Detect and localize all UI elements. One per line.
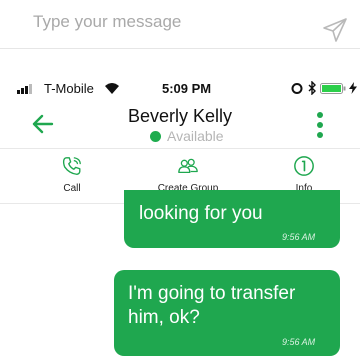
message-composer[interactable]: Type your message — [0, 0, 360, 49]
message-bubble[interactable]: looking for you 9:56 AM — [124, 190, 340, 248]
presence-status: Available — [150, 128, 224, 144]
battery-icon — [320, 83, 346, 94]
chat-header: Beverly Kelly Available — [0, 100, 360, 148]
presence-label: Available — [167, 128, 224, 144]
contact-name: Beverly Kelly — [127, 106, 233, 126]
carrier-name: T-Mobile — [44, 81, 94, 96]
message-bubble[interactable]: I'm going to transfer him, ok? 9:56 AM — [114, 270, 340, 356]
send-icon[interactable] — [322, 17, 348, 43]
signal-icon — [17, 84, 32, 94]
status-bar: T-Mobile 5:09 PM — [0, 78, 360, 100]
message-text: looking for you — [139, 203, 263, 224]
call-label: Call — [63, 183, 81, 194]
call-button[interactable]: Call — [17, 149, 127, 203]
clock: 5:09 PM — [162, 81, 212, 96]
message-input-placeholder[interactable]: Type your message — [33, 12, 181, 32]
group-icon — [178, 158, 198, 174]
message-text-line: him, ok? — [128, 307, 200, 328]
message-timestamp: 9:56 AM — [282, 232, 316, 242]
phone-icon — [62, 157, 81, 175]
message-text-line: I'm going to transfer — [128, 283, 296, 304]
presence-dot-icon — [150, 131, 161, 142]
info-icon — [294, 156, 314, 176]
bluetooth-icon — [308, 81, 316, 95]
more-options-icon[interactable] — [315, 111, 325, 139]
charging-icon — [349, 82, 357, 94]
alarm-icon — [291, 83, 303, 94]
message-timestamp: 9:56 AM — [282, 337, 316, 347]
wifi-icon — [105, 83, 119, 94]
